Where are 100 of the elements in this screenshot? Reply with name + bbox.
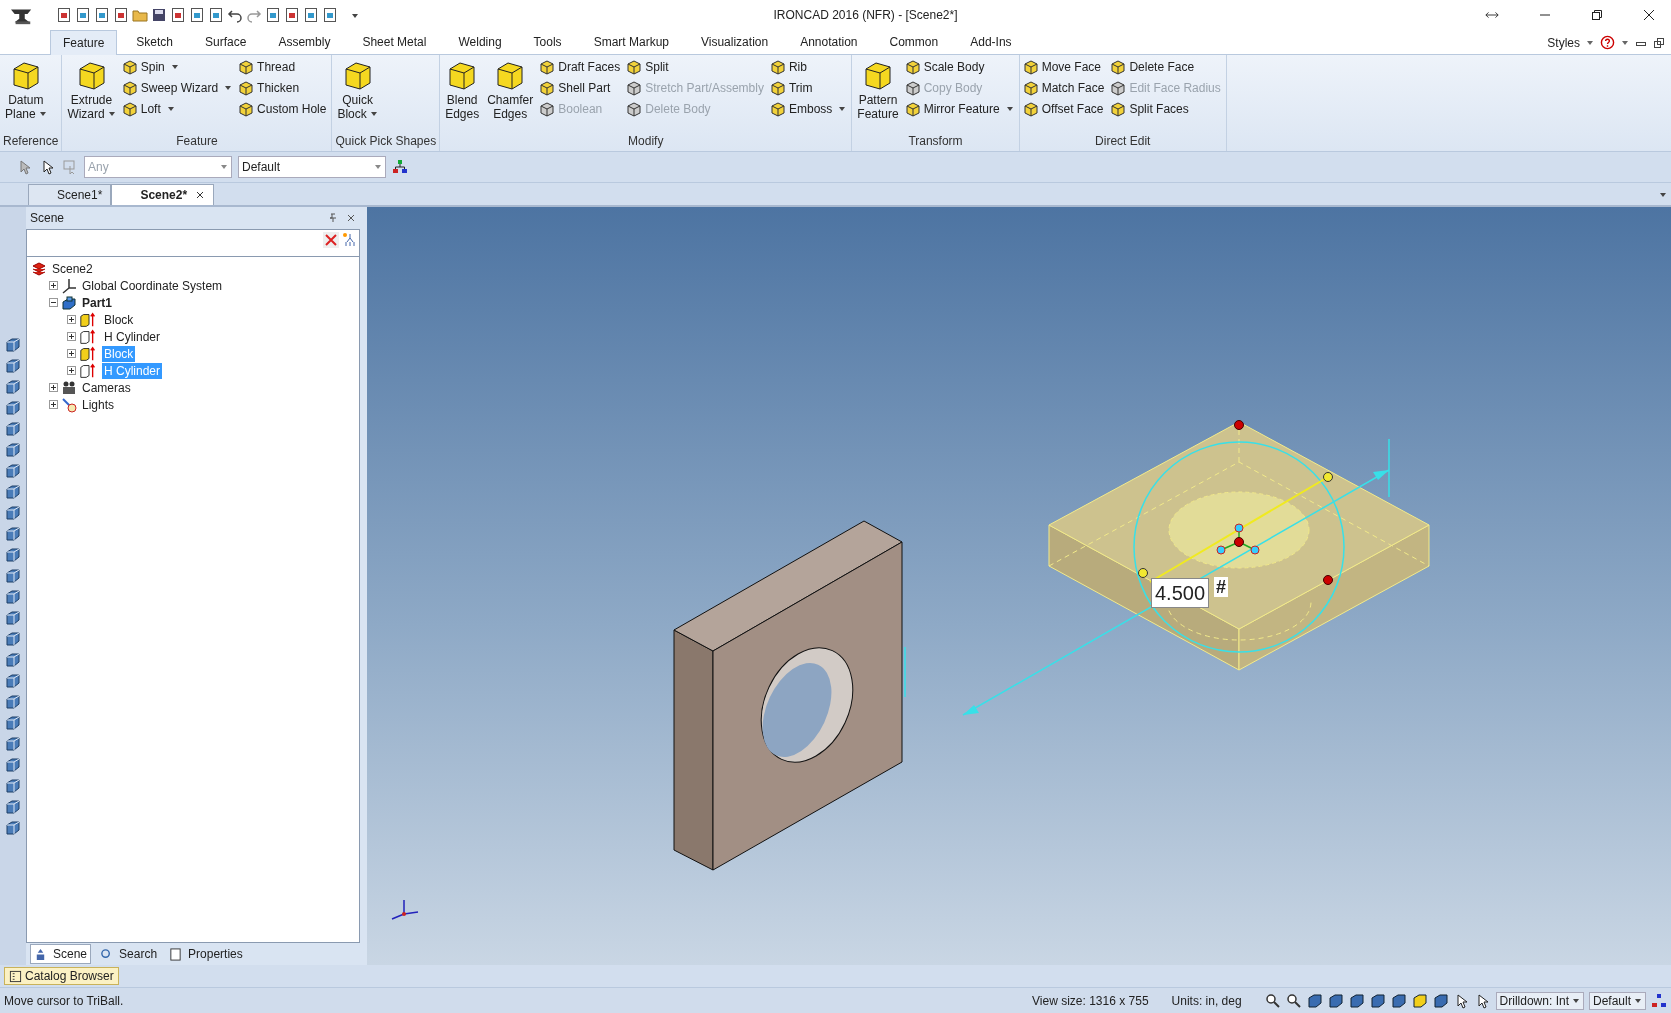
- cube-icon[interactable]: [1327, 992, 1344, 1009]
- ribbon-tab[interactable]: Sheet Metal: [349, 30, 440, 54]
- page-icon[interactable]: [322, 7, 338, 23]
- view-cube-icon[interactable]: [5, 568, 21, 584]
- ribbon-tab[interactable]: Assembly: [265, 30, 344, 54]
- ribbon-tab[interactable]: Sketch: [123, 30, 187, 54]
- cube-icon[interactable]: [1306, 992, 1323, 1009]
- ribbon-button[interactable]: Mirror Feature: [904, 100, 1016, 118]
- expand-icon[interactable]: [49, 400, 58, 409]
- page-icon[interactable]: [94, 7, 110, 23]
- handle-dot[interactable]: [1323, 472, 1333, 482]
- page-icon[interactable]: [265, 7, 281, 23]
- page-icon[interactable]: [56, 7, 72, 23]
- view-cube-icon[interactable]: [5, 631, 21, 647]
- panel-tab[interactable]: Scene: [30, 944, 92, 964]
- view-cube-icon[interactable]: [5, 463, 21, 479]
- ribbon-button[interactable]: Shell Part: [539, 79, 623, 97]
- ribbon-button[interactable]: Datum Plane: [3, 58, 49, 134]
- view-cube-icon[interactable]: [5, 736, 21, 752]
- page-icon[interactable]: [208, 7, 224, 23]
- view-cube-icon[interactable]: [5, 526, 21, 542]
- ribbon-tab[interactable]: Smart Markup: [580, 30, 682, 54]
- page-icon[interactable]: [284, 7, 300, 23]
- ribbon-button[interactable]: Sweep Wizard: [121, 79, 235, 97]
- triball-drawing[interactable]: [1216, 523, 1260, 555]
- tree-item[interactable]: Part1: [80, 294, 115, 311]
- ribbon-button[interactable]: Thread: [238, 58, 329, 76]
- close-icon[interactable]: [1643, 9, 1655, 21]
- cube-icon[interactable]: [1432, 992, 1449, 1009]
- dimension-input[interactable]: 4.500: [1151, 578, 1210, 608]
- tree-item[interactable]: Block: [102, 311, 136, 328]
- cube-icon[interactable]: [1348, 992, 1365, 1009]
- ribbon-tab[interactable]: Feature: [50, 30, 118, 55]
- ribbon-button[interactable]: Custom Hole: [238, 100, 329, 118]
- customize-caret-icon[interactable]: [351, 11, 359, 19]
- ribbon-button[interactable]: Draft Faces: [539, 58, 623, 76]
- ribbon-tab[interactable]: Welding: [445, 30, 515, 54]
- hierarchy-icon[interactable]: [392, 159, 408, 175]
- panel-tab[interactable]: Search: [97, 945, 161, 963]
- collapse-icon[interactable]: [49, 298, 58, 307]
- ribbon-button[interactable]: Scale Body: [904, 58, 1016, 76]
- hierarchy-icon[interactable]: [1651, 992, 1667, 1009]
- view-cube-icon[interactable]: [5, 547, 21, 563]
- ribbon-button[interactable]: Emboss: [769, 100, 849, 118]
- pointer-icon[interactable]: [40, 159, 56, 175]
- tree-item[interactable]: Global Coordinate System: [80, 277, 225, 294]
- ribbon-button[interactable]: Rib: [769, 58, 849, 76]
- ribbon-button[interactable]: Offset Face: [1022, 100, 1107, 118]
- expand-icon[interactable]: [67, 349, 76, 358]
- ribbon-button[interactable]: Spin: [121, 58, 235, 76]
- document-tab[interactable]: Scene2*: [111, 184, 215, 205]
- view-cube-icon[interactable]: [5, 778, 21, 794]
- expand-icon[interactable]: [67, 366, 76, 375]
- catalog-browser-button[interactable]: Catalog Browser: [4, 967, 119, 985]
- help-icon[interactable]: [1600, 35, 1615, 50]
- ribbon-button[interactable]: Chamfer Edges: [485, 58, 536, 134]
- handle-dot[interactable]: [1234, 420, 1244, 430]
- ribbon-button[interactable]: Blend Edges: [443, 58, 482, 134]
- ribbon-button[interactable]: Quick Block: [335, 58, 380, 134]
- view-cube-icon[interactable]: [5, 442, 21, 458]
- view-cube-icon[interactable]: [5, 610, 21, 626]
- restore-icon[interactable]: [1591, 9, 1603, 21]
- style-dropdown[interactable]: Default: [1588, 991, 1646, 1010]
- ribbon-button[interactable]: Split Faces: [1110, 100, 1223, 118]
- undo-icon[interactable]: [227, 7, 243, 23]
- clear-icon[interactable]: [323, 232, 339, 248]
- ribbon-tab[interactable]: Annotation: [787, 30, 871, 54]
- ribbon-button[interactable]: Move Face: [1022, 58, 1107, 76]
- close-icon[interactable]: [195, 190, 206, 200]
- view-cube-icon[interactable]: [5, 337, 21, 353]
- expand-icon[interactable]: [67, 315, 76, 324]
- ribbon-tab[interactable]: Tools: [520, 30, 575, 54]
- view-cube-icon[interactable]: [5, 799, 21, 815]
- page-icon[interactable]: [113, 7, 129, 23]
- view-cube-icon[interactable]: [5, 379, 21, 395]
- styles-menu[interactable]: Styles: [1547, 35, 1580, 50]
- ribbon-button[interactable]: Delete Face: [1110, 58, 1223, 76]
- expand-icon[interactable]: [67, 332, 76, 341]
- ribbon-button[interactable]: Split: [626, 58, 766, 76]
- ribbon-button[interactable]: Loft: [121, 100, 235, 118]
- tree-item[interactable]: Lights: [80, 396, 117, 413]
- tree-item[interactable]: Scene2: [50, 260, 95, 277]
- cube-icon[interactable]: [1390, 992, 1407, 1009]
- cube-icon[interactable]: [1369, 992, 1386, 1009]
- handle-dot[interactable]: [1138, 568, 1148, 578]
- expand-icon[interactable]: [49, 281, 58, 290]
- tree-item[interactable]: H Cylinder: [102, 328, 162, 345]
- ribbon-button[interactable]: Pattern Feature: [855, 58, 901, 134]
- ribbon-tab[interactable]: Add-Ins: [957, 30, 1025, 54]
- view-cube-icon[interactable]: [5, 484, 21, 500]
- view-cube-icon[interactable]: [5, 589, 21, 605]
- ribbon-button[interactable]: Trim: [769, 79, 849, 97]
- view-cube-icon[interactable]: [5, 421, 21, 437]
- ribbon-tab[interactable]: Visualization: [688, 30, 782, 54]
- ribbon-tab[interactable]: Common: [876, 30, 952, 54]
- view-cube-icon[interactable]: [5, 673, 21, 689]
- view-cube-icon[interactable]: [5, 400, 21, 416]
- ribbon-button[interactable]: Extrude Wizard: [65, 58, 118, 134]
- page-icon[interactable]: [303, 7, 319, 23]
- view-cube-icon[interactable]: [5, 757, 21, 773]
